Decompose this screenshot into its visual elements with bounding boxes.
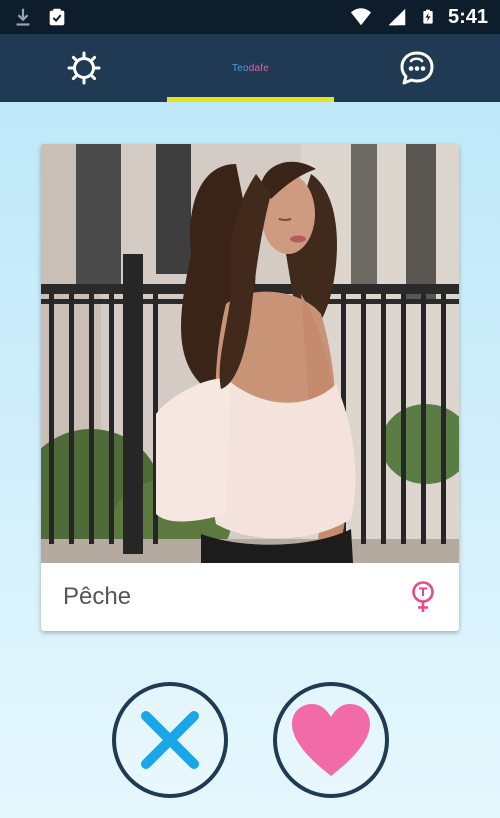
tab-home-logo[interactable]: Teodafe [167, 34, 334, 102]
dislike-button[interactable] [112, 682, 228, 798]
app-bar: Teodafe [0, 34, 500, 102]
clipboard-check-icon [49, 8, 65, 26]
profile-photo-illustration [41, 144, 459, 563]
heart-icon [292, 704, 370, 776]
settings-icon [67, 51, 100, 85]
wifi-icon [350, 8, 372, 26]
cell-signal-icon [388, 8, 406, 26]
app-logo: Teodafe [232, 63, 269, 74]
tab-settings[interactable] [0, 34, 167, 102]
chat-icon [400, 51, 433, 85]
x-icon [141, 711, 199, 769]
logo-part-1: Teo [232, 62, 249, 74]
status-time: 5:41 [447, 5, 488, 28]
status-left-icons [12, 6, 68, 28]
status-right-icons: 5:41 [348, 6, 488, 29]
tab-chat[interactable] [333, 34, 500, 102]
profile-name: Pêche [63, 583, 132, 610]
profile-card[interactable]: Pêche [41, 144, 459, 631]
status-bar: 5:41 [0, 0, 500, 34]
download-icon [16, 8, 30, 26]
logo-part-2: dafe [248, 62, 269, 74]
like-button[interactable] [273, 682, 389, 798]
profile-photo[interactable] [41, 144, 459, 563]
active-tab-indicator [167, 97, 334, 102]
female-symbol-icon [412, 581, 434, 612]
battery-charging-icon [423, 9, 433, 24]
card-footer: Pêche [41, 563, 459, 631]
